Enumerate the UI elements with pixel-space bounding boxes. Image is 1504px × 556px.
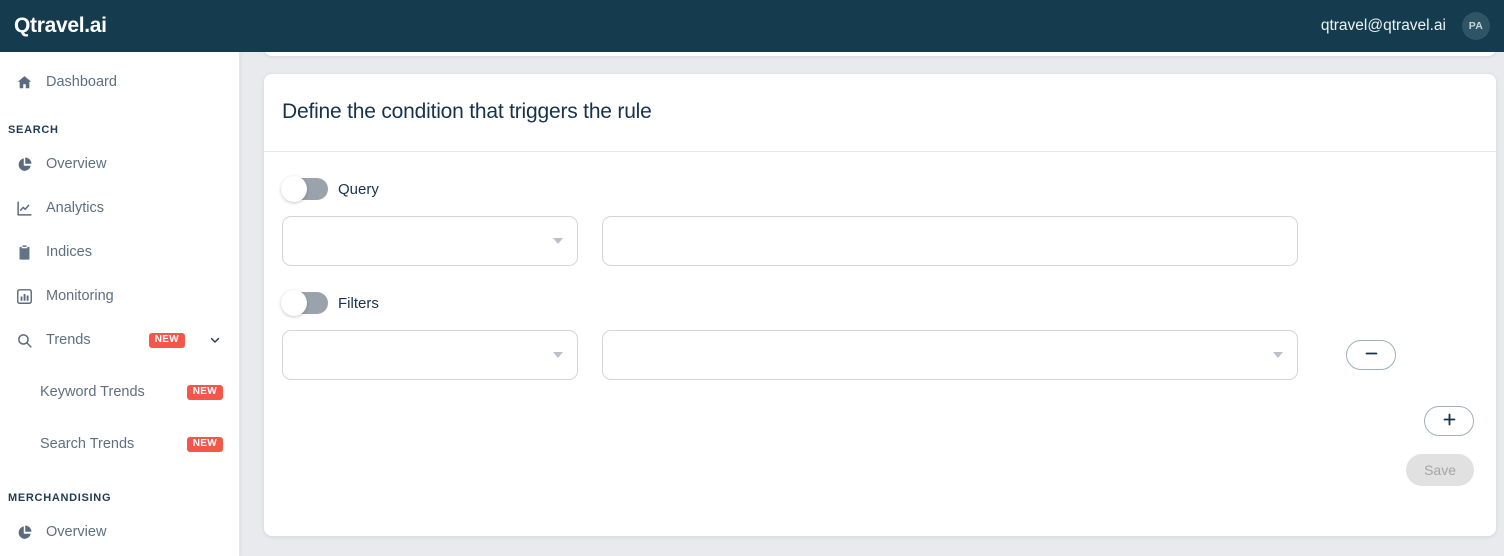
query-value-input[interactable] [603,217,1297,265]
add-filter-button[interactable] [1424,406,1474,436]
sidebar: Dashboard SEARCH Overview Analytics Indi… [0,52,240,556]
plus-icon [1441,411,1458,431]
query-toggle[interactable] [281,176,328,202]
sidebar-item-trends[interactable]: Trends NEW [0,318,239,362]
chevron-down-icon[interactable] [207,332,223,348]
sidebar-item-keyword-trends-label: Keyword Trends [40,384,145,400]
sidebar-item-indices[interactable]: Indices [0,230,239,274]
condition-card: Define the condition that triggers the r… [264,74,1496,536]
filter-field-select-input[interactable] [283,331,577,379]
sidebar-section-search: SEARCH [8,124,59,136]
main-content: Define the condition that triggers the r… [240,52,1504,556]
sidebar-item-merchandising-overview-label: Overview [46,524,107,540]
card-body: Query Filters Save [264,152,1496,486]
sidebar-item-search-overview[interactable]: Overview [0,142,239,186]
filter-value-select[interactable] [602,330,1298,380]
save-button[interactable]: Save [1406,454,1474,486]
query-toggle-row: Query [281,170,1474,208]
filters-toggle-row: Filters [281,284,1474,322]
sidebar-item-analytics-label: Analytics [46,200,105,216]
sidebar-item-search-trends[interactable]: Search Trends NEW [0,422,239,466]
line-chart-icon [14,198,34,218]
home-icon [14,72,34,92]
sidebar-item-monitoring[interactable]: Monitoring [0,274,239,318]
sidebar-item-keyword-trends-badge: NEW [186,384,223,400]
avatar[interactable]: PA [1462,12,1490,40]
filters-toggle-label: Filters [338,294,379,312]
pie-chart-icon [14,154,34,174]
sidebar-item-indices-label: Indices [46,244,92,260]
minus-icon [1363,345,1380,365]
query-condition-select[interactable] [282,216,578,266]
query-value-field[interactable] [602,216,1298,266]
remove-filter-button[interactable] [1346,340,1396,370]
pie-chart-icon [14,522,34,542]
user-email: qtravel@qtravel.ai [1320,17,1446,34]
bar-chart-icon [14,286,34,306]
filters-field-row [282,330,1474,380]
app-logo[interactable]: Qtravel.ai [14,14,107,38]
query-condition-select-input[interactable] [283,217,577,265]
filters-toggle[interactable] [281,290,328,316]
top-bar: Qtravel.ai qtravel@qtravel.ai PA [0,0,1504,52]
add-filter-row [282,406,1474,436]
sidebar-item-trends-badge: NEW [148,332,185,348]
topbar-right-group: qtravel@qtravel.ai PA [1321,12,1490,40]
clipboard-icon [14,242,34,262]
sidebar-item-search-trends-badge: NEW [186,436,223,452]
sidebar-item-merchandising-overview[interactable]: Overview [0,510,239,554]
sidebar-item-analytics[interactable]: Analytics [0,186,239,230]
query-field-row [282,216,1474,266]
sidebar-item-dashboard[interactable]: Dashboard [0,60,239,104]
save-row: Save [282,454,1474,486]
sidebar-item-monitoring-label: Monitoring [46,288,114,304]
filter-value-select-input[interactable] [603,331,1297,379]
sidebar-item-search-trends-label: Search Trends [40,436,135,452]
sidebar-item-search-overview-label: Overview [46,156,107,172]
previous-card-edge [264,52,1496,56]
sidebar-item-dashboard-label: Dashboard [46,74,117,90]
search-icon [14,330,34,350]
query-toggle-label: Query [338,180,379,198]
sidebar-item-trends-label: Trends [46,332,91,348]
sidebar-section-merchandising: MERCHANDISING [8,492,112,504]
sidebar-item-keyword-trends[interactable]: Keyword Trends NEW [0,370,239,414]
page-title: Define the condition that triggers the r… [282,100,652,123]
filter-field-select[interactable] [282,330,578,380]
filter-row-actions [1346,340,1396,370]
app-root: Qtravel.ai qtravel@qtravel.ai PA Dashboa… [0,0,1504,556]
